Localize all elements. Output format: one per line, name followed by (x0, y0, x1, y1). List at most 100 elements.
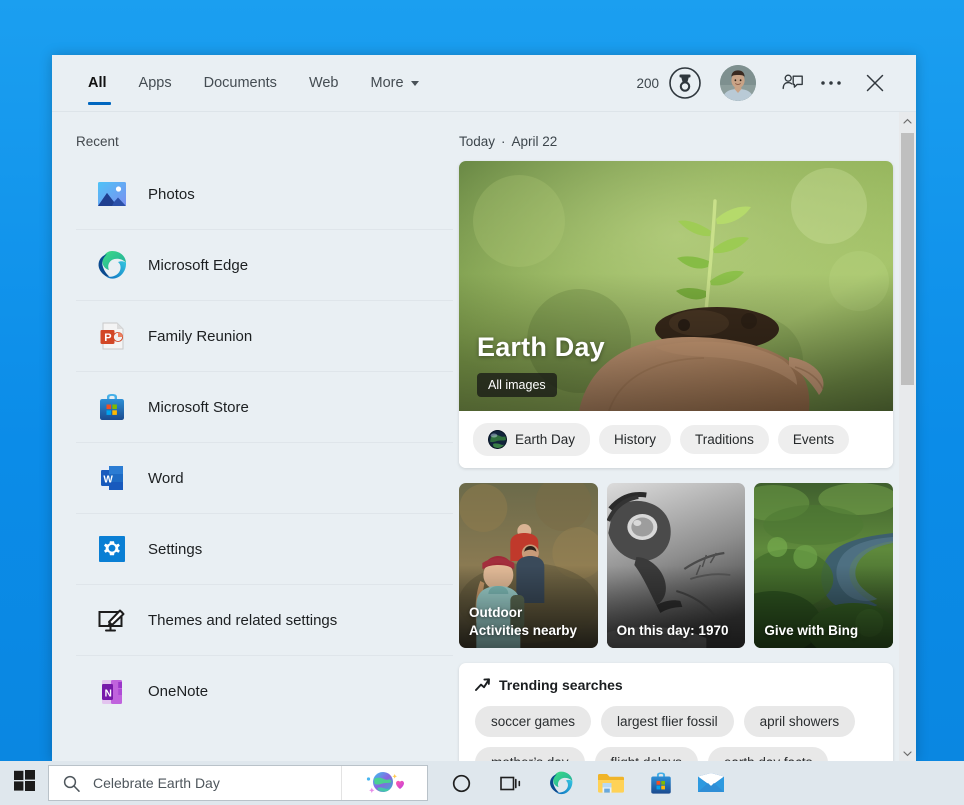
close-button[interactable] (856, 64, 894, 102)
list-item-label: Microsoft Edge (148, 257, 248, 274)
tab-web[interactable]: Web (293, 55, 355, 111)
trending-chip[interactable]: soccer games (475, 706, 591, 737)
tab-apps[interactable]: Apps (123, 55, 188, 111)
vertical-scrollbar[interactable] (899, 112, 916, 761)
thumbnail-label: Give with Bing (764, 622, 885, 640)
list-item-photos[interactable]: Photos (76, 159, 453, 230)
search-magnifier-icon (49, 775, 93, 792)
rewards-button[interactable]: 200 (636, 66, 702, 100)
list-item-microsoft-store[interactable]: Microsoft Store (76, 372, 453, 443)
trending-chip[interactable]: april showers (744, 706, 856, 737)
list-item-label: OneNote (148, 683, 208, 700)
list-item-label: Family Reunion (148, 328, 252, 345)
trending-chip[interactable]: mother’s day (475, 747, 585, 761)
chip-label: Events (793, 432, 834, 447)
avatar[interactable] (720, 65, 756, 101)
chip-earth-day[interactable]: Earth Day (473, 423, 590, 456)
scroll-up-button[interactable] (899, 112, 916, 129)
list-item-family-reunion[interactable]: P Family Reunion (76, 301, 453, 372)
chip-history[interactable]: History (599, 425, 671, 454)
search-input[interactable]: Celebrate Earth Day (93, 775, 341, 791)
list-item-label: Photos (148, 186, 195, 203)
file-explorer-button[interactable] (586, 761, 636, 805)
scroll-thumb[interactable] (901, 133, 914, 385)
search-flyout-panel: All Apps Documents Web More 200 (52, 55, 916, 761)
chevron-up-icon (903, 112, 912, 130)
globe-icon (488, 430, 507, 449)
feedback-button[interactable] (774, 64, 812, 102)
mail-button[interactable] (686, 761, 736, 805)
recent-list: Photos (76, 159, 453, 727)
list-item-settings[interactable]: Settings (76, 514, 453, 585)
separator: · (495, 134, 512, 149)
thumbnail-label: On this day: 1970 (617, 622, 738, 640)
trending-chip-list: soccer games largest flier fossil april … (475, 706, 879, 761)
today-date: April 22 (512, 134, 558, 149)
word-app-icon: W (96, 462, 128, 494)
taskbar-search-box[interactable]: Celebrate Earth Day (48, 765, 428, 801)
more-options-button[interactable] (812, 64, 850, 102)
scroll-down-button[interactable] (899, 744, 916, 761)
svg-text:W: W (103, 475, 113, 486)
chip-events[interactable]: Events (778, 425, 849, 454)
list-item-label: Settings (148, 541, 202, 558)
list-item-onenote[interactable]: N OneNote (76, 656, 453, 727)
trending-chip[interactable]: largest flier fossil (601, 706, 734, 737)
chevron-down-icon (903, 744, 912, 762)
chip-label: Earth Day (515, 432, 575, 447)
ellipsis-icon (820, 80, 842, 86)
store-app-icon (96, 391, 128, 423)
today-label: Today (459, 134, 495, 149)
hero-card[interactable]: Earth Day All images (459, 161, 893, 468)
recent-sidebar: Recent Photos (52, 112, 453, 761)
today-header: Today·April 22 (459, 112, 916, 161)
tab-all[interactable]: All (76, 55, 123, 111)
powerpoint-file-icon: P (96, 320, 128, 352)
tab-bar: All Apps Documents Web More (76, 55, 435, 111)
hero-title: Earth Day (477, 332, 893, 363)
start-button[interactable] (0, 761, 48, 805)
themes-monitor-brush-icon (96, 604, 128, 636)
list-item-themes-and-related-settings[interactable]: Themes and related settings (76, 585, 453, 656)
thumbnail-on-this-day[interactable]: On this day: 1970 (607, 483, 746, 648)
earth-day-heart-icon[interactable] (341, 766, 427, 800)
hero-overlay: Earth Day All images (459, 332, 893, 411)
cortana-button[interactable] (436, 761, 486, 805)
file-explorer-icon (597, 771, 625, 795)
mail-icon (697, 772, 725, 794)
trending-searches-card: Trending searches soccer games largest f… (459, 663, 893, 761)
recent-heading: Recent (76, 112, 453, 159)
photos-app-icon (96, 178, 128, 210)
list-item-label: Microsoft Store (148, 399, 249, 416)
svg-text:P: P (104, 332, 111, 344)
tab-label: More (371, 75, 404, 91)
feedback-person-icon (782, 73, 804, 93)
chevron-down-icon (411, 81, 419, 86)
tab-more[interactable]: More (355, 55, 435, 111)
chip-traditions[interactable]: Traditions (680, 425, 769, 454)
tab-label: Apps (139, 75, 172, 91)
rewards-medal-icon (668, 66, 702, 100)
trending-chip[interactable]: flight delays (595, 747, 698, 761)
edge-taskbar-button[interactable] (536, 761, 586, 805)
windows-start-icon (14, 770, 35, 796)
chip-label: Traditions (695, 432, 754, 447)
tab-label: All (88, 75, 107, 91)
hero-image: Earth Day All images (459, 161, 893, 411)
microsoft-store-button[interactable] (636, 761, 686, 805)
thumbnail-row: Outdoor Activities nearby (459, 483, 893, 648)
content-column: Today·April 22 (453, 112, 916, 761)
thumbnail-outdoor-activities[interactable]: Outdoor Activities nearby (459, 483, 598, 648)
trending-chip[interactable]: earth day facts (708, 747, 829, 761)
list-item-microsoft-edge[interactable]: Microsoft Edge (76, 230, 453, 301)
scroll-track[interactable] (899, 129, 916, 744)
close-icon (865, 73, 885, 93)
edge-app-icon (96, 249, 128, 281)
all-images-badge[interactable]: All images (477, 373, 557, 397)
tab-documents[interactable]: Documents (188, 55, 293, 111)
settings-gear-icon (96, 533, 128, 565)
task-view-button[interactable] (486, 761, 536, 805)
thumbnail-give-with-bing[interactable]: Give with Bing (754, 483, 893, 648)
list-item-word[interactable]: W Word (76, 443, 453, 514)
cortana-icon (452, 774, 471, 793)
